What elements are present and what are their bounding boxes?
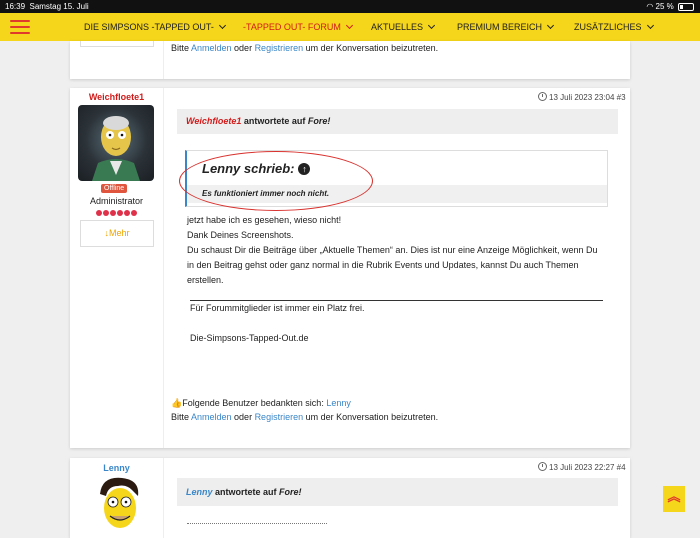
chevron-down-icon <box>646 21 654 30</box>
status-time: 16:39 <box>5 2 26 11</box>
nav-item-die-simpsons[interactable]: DIE SIMPSONS -TAPPED OUT- <box>84 13 226 41</box>
post-4-reply-user[interactable]: Lenny <box>186 487 213 497</box>
signature-line-2: Die-Simpsons-Tapped-Out.de <box>190 333 309 343</box>
post-4-date: 13 Juli 2023 22:27 <box>549 463 615 472</box>
login-link[interactable]: Anmelden <box>191 412 232 422</box>
chevron-down-icon <box>218 21 226 30</box>
post-3-reply-header: Weichfloete1 antwortete auf Fore! <box>177 109 618 134</box>
thanks-user-link[interactable]: Lenny <box>326 398 351 408</box>
clock-icon <box>538 92 547 101</box>
main-navigation: DIE SIMPSONS -TAPPED OUT- -TAPPED OUT- F… <box>0 13 700 41</box>
post-4-meta: 13 Juli 2023 22:27 #4 <box>538 462 626 472</box>
status-time-date: 16:39 Samstag 15. Juli <box>5 0 89 13</box>
scroll-to-top-button[interactable]: ︽ <box>663 486 685 512</box>
post-4-reply-header: Lenny antwortete auf Fore! <box>177 478 618 506</box>
chevron-down-icon <box>345 21 353 30</box>
post-3-more-button[interactable]: ↓Mehr <box>80 220 154 247</box>
battery-percent: 25 % <box>655 2 674 11</box>
clock-icon <box>538 462 547 471</box>
register-link[interactable]: Registrieren <box>255 43 304 53</box>
login-link[interactable]: Anmelden <box>191 43 232 53</box>
post-3-body-line: Du schaust Dir die Beiträge über „Aktuel… <box>187 245 598 255</box>
post-3-login-prompt: Bitte Anmelden oder Registrieren um der … <box>171 412 439 422</box>
post-3-body-line: Dank Deines Screenshots. <box>187 230 294 240</box>
nav-item-zusaetzliches[interactable]: ZUSÄTZLICHES <box>574 13 654 41</box>
lenny-avatar-image <box>100 477 139 528</box>
post-3-thanks: 👍Folgende Benutzer bedankten sich: Lenny <box>171 398 351 408</box>
post-4-avatar[interactable] <box>82 474 158 530</box>
red-annotation-ellipse <box>179 151 373 211</box>
chevron-down-icon <box>427 21 436 30</box>
post-3-body-line: jetzt habe ich es gesehen, wieso nicht! <box>187 215 342 225</box>
post-3-username[interactable]: Weichfloete1 <box>70 92 163 102</box>
mr-burns-avatar-image <box>92 116 140 181</box>
post-3-rank-dots <box>70 208 163 218</box>
post-3-rank: Administrator <box>89 196 143 206</box>
status-right: ◠ 25 % <box>646 0 694 13</box>
post-4-body-cutoff <box>187 521 327 525</box>
status-date: Samstag 15. Juli <box>29 2 89 11</box>
previous-post-sidebar <box>70 41 164 79</box>
post-3-body-line: in den Beitrag gehst oder ganz normal in… <box>187 260 579 270</box>
nav-item-aktuelles[interactable]: AKTUELLES <box>371 13 436 41</box>
post-4-number[interactable]: #4 <box>617 463 626 472</box>
register-link[interactable]: Registrieren <box>255 412 304 422</box>
hamburger-menu-icon[interactable] <box>10 20 30 35</box>
nav-item-premium[interactable]: PREMIUM BEREICH <box>457 13 555 41</box>
previous-more-button[interactable] <box>80 41 154 47</box>
post-3-reply-user[interactable]: Weichfloete1 <box>186 116 241 126</box>
post-3-reply-topic[interactable]: Fore! <box>308 116 331 126</box>
post-3-meta: 13 Juli 2023 23:04 #3 <box>538 92 626 102</box>
post-3-date: 13 Juli 2023 23:04 <box>549 93 615 102</box>
post-3-number[interactable]: #3 <box>617 93 626 102</box>
post-3-avatar[interactable] <box>78 105 154 181</box>
post-3-status-badge: Offline <box>101 184 128 193</box>
battery-icon <box>678 2 694 11</box>
previous-login-prompt: Bitte Anmelden oder Registrieren um der … <box>171 43 439 53</box>
signature-line-1: Für Forummitglieder ist immer ein Platz … <box>190 303 365 313</box>
double-chevron-up-icon: ︽ <box>667 489 681 504</box>
nav-item-forum[interactable]: -TAPPED OUT- FORUM <box>243 13 353 41</box>
thumbs-up-icon: 👍 <box>171 398 183 408</box>
post-3-body-line: erstellen. <box>187 275 224 285</box>
post-4-reply-topic[interactable]: Fore! <box>279 487 302 497</box>
ios-status-bar: 16:39 Samstag 15. Juli ◠ 25 % <box>0 0 700 13</box>
post-4-username[interactable]: Lenny <box>70 463 163 473</box>
chevron-down-icon <box>546 21 555 30</box>
wifi-icon: ◠ <box>646 2 654 11</box>
